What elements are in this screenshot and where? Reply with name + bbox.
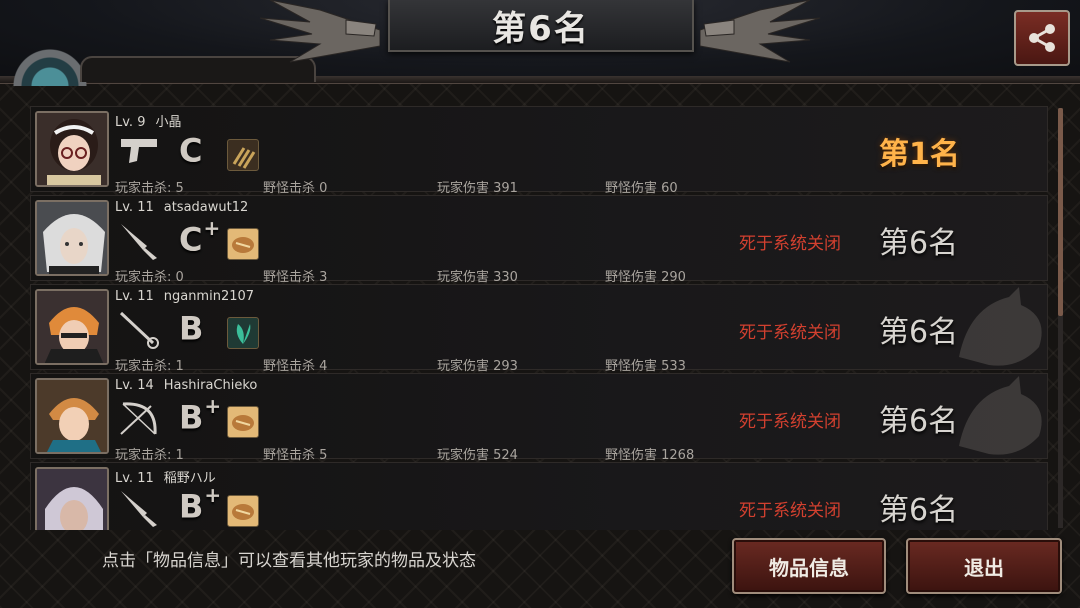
player-level-name: Lv. 9 小晶 [115,115,182,130]
player-level-name: Lv. 14 HashiraChieko [115,378,258,393]
fox-emblem-icon [959,287,1042,366]
grade-label: B+ [179,483,222,526]
bread-item-icon[interactable] [227,228,259,260]
player-row[interactable]: Lv. 11 nganmin2107 B 玩家击杀: 1 野怪击杀 4 玩家伤害 … [30,284,1048,374]
page-title: 第6名 [492,8,590,49]
player-damage: 玩家伤害 524 [437,448,518,463]
monster-kills: 野怪击杀 5 [263,448,328,463]
player-damage: 玩家伤害 330 [437,270,518,285]
player-level-name: Lv. 11 稲野ハル [115,471,216,486]
scrollbar-thumb[interactable] [1058,108,1063,316]
player-kills: 玩家击杀: 1 [115,359,184,374]
player-row[interactable]: Lv. 14 HashiraChieko B+ 玩家击杀: 1 野怪击杀 5 玩家… [30,373,1048,463]
item-info-button[interactable]: 物品信息 [732,538,886,594]
monster-damage: 野怪伤害 290 [605,270,686,285]
player-row[interactable]: Lv. 11 稲野ハル B+ 死于系统关闭 第6名 [30,462,1048,530]
player-avatar [35,467,109,530]
rank-label: 第6名 [879,315,959,350]
player-row[interactable]: Lv. 11 atsadawut12 C+ 玩家击杀: 0 野怪击杀 3 玩家伤害… [30,195,1048,285]
player-avatar [35,111,109,187]
monster-kills: 野怪击杀 4 [263,359,328,374]
winged-gun-left-icon [259,0,380,63]
monster-damage: 野怪伤害 1268 [605,448,695,463]
rapier-icon [119,311,159,349]
player-avatar [35,200,109,276]
ammo-item-icon[interactable] [227,139,259,171]
death-reason: 死于系统关闭 [739,323,841,343]
winged-gun-right-icon [700,0,821,63]
rank-label: 第6名 [879,226,959,261]
bow-icon [120,402,157,435]
player-avatar [35,289,109,365]
death-reason: 死于系统关闭 [739,412,841,432]
fox-emblem-icon [959,376,1042,455]
bread-item-icon[interactable] [227,495,259,527]
knife-icon [121,224,157,260]
monster-kills: 野怪击杀 0 [263,181,328,196]
rank-label: 第1名 [879,137,960,172]
bread-item-icon[interactable] [227,406,259,438]
player-result-list[interactable]: Lv. 9 小晶 C 玩家击杀: 5 野怪击杀 0 玩家伤害 391 野怪伤害 6… [30,106,1050,530]
monster-damage: 野怪伤害 60 [605,181,678,196]
death-reason: 死于系统关闭 [739,501,841,521]
death-reason: 死于系统关闭 [739,234,841,254]
rank-label: 第6名 [879,404,959,439]
monster-damage: 野怪伤害 533 [605,359,686,374]
share-button[interactable] [1014,10,1070,66]
footer-hint: 点击「物品信息」可以查看其他玩家的物品及状态 [102,551,476,571]
player-damage: 玩家伤害 293 [437,359,518,374]
pistol-icon [121,139,157,163]
grade-label: C [179,131,203,170]
knife-icon [121,491,157,527]
player-avatar [35,378,109,454]
player-kills: 玩家击杀: 1 [115,448,184,463]
herb-item-icon[interactable] [227,317,259,349]
player-damage: 玩家伤害 391 [437,181,518,196]
player-kills: 玩家击杀: 5 [115,181,184,196]
player-row[interactable]: Lv. 9 小晶 C 玩家击杀: 5 野怪击杀 0 玩家伤害 391 野怪伤害 6… [30,106,1048,196]
player-level-name: Lv. 11 atsadawut12 [115,200,249,215]
exit-button[interactable]: 退出 [906,538,1062,594]
grade-label: B [179,309,204,348]
player-kills: 玩家击杀: 0 [115,270,184,285]
result-title-plate: 第6名 [388,0,694,52]
monster-kills: 野怪击杀 3 [263,270,328,285]
share-icon [1029,24,1055,52]
grade-label: C+ [179,216,221,259]
rank-label: 第6名 [879,493,959,528]
player-level-name: Lv. 11 nganmin2107 [115,289,255,304]
grade-label: B+ [179,394,222,437]
